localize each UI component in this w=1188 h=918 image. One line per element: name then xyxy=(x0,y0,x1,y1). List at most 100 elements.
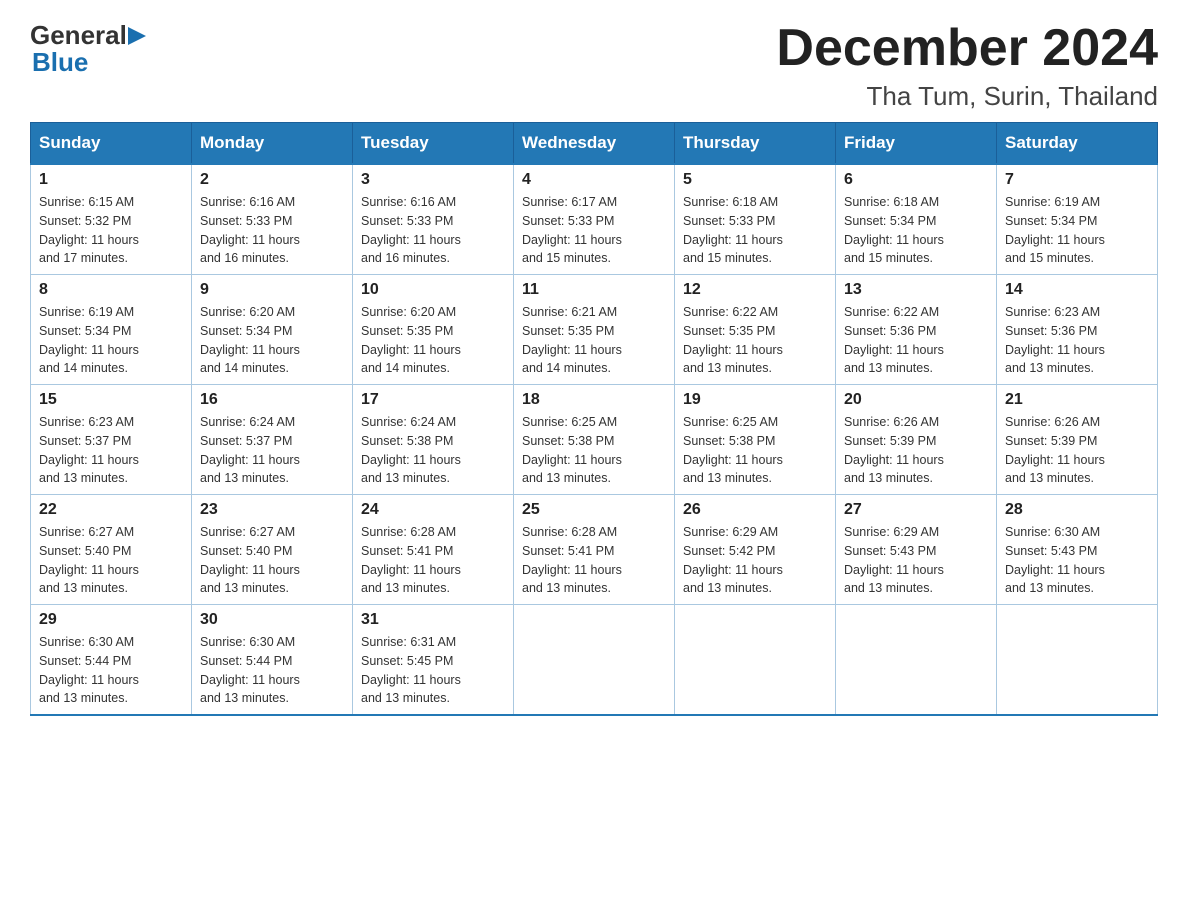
calendar-week-row: 8 Sunrise: 6:19 AMSunset: 5:34 PMDaylight… xyxy=(31,275,1158,385)
day-number: 22 xyxy=(39,501,183,519)
calendar-table: SundayMondayTuesdayWednesdayThursdayFrid… xyxy=(30,122,1158,716)
calendar-day-cell xyxy=(675,605,836,716)
calendar-header-tuesday: Tuesday xyxy=(353,123,514,165)
calendar-day-cell: 5Sunrise: 6:18 AMSunset: 5:33 PMDaylight… xyxy=(675,164,836,275)
day-number: 1 xyxy=(39,171,183,189)
day-number: 29 xyxy=(39,611,183,629)
day-info: Sunrise: 6:27 AMSunset: 5:40 PMDaylight:… xyxy=(39,523,183,598)
calendar-day-cell: 21 Sunrise: 6:26 AMSunset: 5:39 PMDayligh… xyxy=(997,385,1158,495)
calendar-day-cell: 7 Sunrise: 6:19 AMSunset: 5:34 PMDaylight… xyxy=(997,164,1158,275)
day-info: Sunrise: 6:29 AMSunset: 5:42 PMDaylight:… xyxy=(683,523,827,598)
day-info: Sunrise: 6:19 AMSunset: 5:34 PMDaylight:… xyxy=(1005,193,1149,268)
calendar-header-friday: Friday xyxy=(836,123,997,165)
day-number: 20 xyxy=(844,391,988,409)
day-info: Sunrise: 6:22 AMSunset: 5:35 PMDaylight:… xyxy=(683,303,827,378)
day-info: Sunrise: 6:26 AMSunset: 5:39 PMDaylight:… xyxy=(1005,413,1149,488)
day-info: Sunrise: 6:17 AMSunset: 5:33 PMDaylight:… xyxy=(522,193,666,268)
calendar-day-cell: 27Sunrise: 6:29 AMSunset: 5:43 PMDayligh… xyxy=(836,495,997,605)
day-number: 30 xyxy=(200,611,344,629)
calendar-day-cell: 23 Sunrise: 6:27 AMSunset: 5:40 PMDayligh… xyxy=(192,495,353,605)
day-info: Sunrise: 6:30 AMSunset: 5:44 PMDaylight:… xyxy=(200,633,344,708)
calendar-week-row: 15Sunrise: 6:23 AMSunset: 5:37 PMDayligh… xyxy=(31,385,1158,495)
day-info: Sunrise: 6:16 AMSunset: 5:33 PMDaylight:… xyxy=(200,193,344,268)
logo: General Blue xyxy=(30,20,147,78)
calendar-header-monday: Monday xyxy=(192,123,353,165)
calendar-day-cell: 25 Sunrise: 6:28 AMSunset: 5:41 PMDayligh… xyxy=(514,495,675,605)
calendar-day-cell xyxy=(997,605,1158,716)
day-number: 18 xyxy=(522,391,666,409)
day-number: 21 xyxy=(1005,391,1149,409)
calendar-day-cell: 26 Sunrise: 6:29 AMSunset: 5:42 PMDayligh… xyxy=(675,495,836,605)
day-info: Sunrise: 6:24 AMSunset: 5:38 PMDaylight:… xyxy=(361,413,505,488)
calendar-day-cell: 19Sunrise: 6:25 AMSunset: 5:38 PMDayligh… xyxy=(675,385,836,495)
day-info: Sunrise: 6:21 AMSunset: 5:35 PMDaylight:… xyxy=(522,303,666,378)
calendar-day-cell: 12Sunrise: 6:22 AMSunset: 5:35 PMDayligh… xyxy=(675,275,836,385)
calendar-day-cell: 17Sunrise: 6:24 AMSunset: 5:38 PMDayligh… xyxy=(353,385,514,495)
day-info: Sunrise: 6:18 AMSunset: 5:34 PMDaylight:… xyxy=(844,193,988,268)
day-info: Sunrise: 6:27 AMSunset: 5:40 PMDaylight:… xyxy=(200,523,344,598)
logo-arrow-icon xyxy=(128,25,146,47)
calendar-day-cell: 22 Sunrise: 6:27 AMSunset: 5:40 PMDayligh… xyxy=(31,495,192,605)
day-info: Sunrise: 6:29 AMSunset: 5:43 PMDaylight:… xyxy=(844,523,988,598)
logo-blue-text: Blue xyxy=(32,47,88,78)
day-number: 24 xyxy=(361,501,505,519)
day-info: Sunrise: 6:20 AMSunset: 5:35 PMDaylight:… xyxy=(361,303,505,378)
calendar-day-cell: 3 Sunrise: 6:16 AMSunset: 5:33 PMDaylight… xyxy=(353,164,514,275)
day-info: Sunrise: 6:22 AMSunset: 5:36 PMDaylight:… xyxy=(844,303,988,378)
day-info: Sunrise: 6:30 AMSunset: 5:43 PMDaylight:… xyxy=(1005,523,1149,598)
day-number: 3 xyxy=(361,171,505,189)
day-info: Sunrise: 6:23 AMSunset: 5:36 PMDaylight:… xyxy=(1005,303,1149,378)
day-info: Sunrise: 6:31 AMSunset: 5:45 PMDaylight:… xyxy=(361,633,505,708)
day-number: 23 xyxy=(200,501,344,519)
day-number: 7 xyxy=(1005,171,1149,189)
day-info: Sunrise: 6:28 AMSunset: 5:41 PMDaylight:… xyxy=(361,523,505,598)
calendar-day-cell: 10 Sunrise: 6:20 AMSunset: 5:35 PMDayligh… xyxy=(353,275,514,385)
day-number: 16 xyxy=(200,391,344,409)
day-info: Sunrise: 6:20 AMSunset: 5:34 PMDaylight:… xyxy=(200,303,344,378)
day-number: 31 xyxy=(361,611,505,629)
day-number: 26 xyxy=(683,501,827,519)
calendar-week-row: 22 Sunrise: 6:27 AMSunset: 5:40 PMDayligh… xyxy=(31,495,1158,605)
calendar-day-cell: 16 Sunrise: 6:24 AMSunset: 5:37 PMDayligh… xyxy=(192,385,353,495)
day-number: 28 xyxy=(1005,501,1149,519)
calendar-day-cell: 31 Sunrise: 6:31 AMSunset: 5:45 PMDayligh… xyxy=(353,605,514,716)
calendar-day-cell: 14Sunrise: 6:23 AMSunset: 5:36 PMDayligh… xyxy=(997,275,1158,385)
day-info: Sunrise: 6:18 AMSunset: 5:33 PMDaylight:… xyxy=(683,193,827,268)
day-number: 25 xyxy=(522,501,666,519)
calendar-day-cell: 28 Sunrise: 6:30 AMSunset: 5:43 PMDayligh… xyxy=(997,495,1158,605)
calendar-day-cell: 8 Sunrise: 6:19 AMSunset: 5:34 PMDaylight… xyxy=(31,275,192,385)
day-number: 2 xyxy=(200,171,344,189)
day-number: 11 xyxy=(522,281,666,299)
calendar-day-cell: 20 Sunrise: 6:26 AMSunset: 5:39 PMDayligh… xyxy=(836,385,997,495)
calendar-day-cell: 6 Sunrise: 6:18 AMSunset: 5:34 PMDaylight… xyxy=(836,164,997,275)
calendar-day-cell: 29 Sunrise: 6:30 AMSunset: 5:44 PMDayligh… xyxy=(31,605,192,716)
day-number: 4 xyxy=(522,171,666,189)
calendar-day-cell xyxy=(836,605,997,716)
day-info: Sunrise: 6:30 AMSunset: 5:44 PMDaylight:… xyxy=(39,633,183,708)
calendar-week-row: 29 Sunrise: 6:30 AMSunset: 5:44 PMDayligh… xyxy=(31,605,1158,716)
calendar-day-cell: 1Sunrise: 6:15 AMSunset: 5:32 PMDaylight… xyxy=(31,164,192,275)
day-info: Sunrise: 6:24 AMSunset: 5:37 PMDaylight:… xyxy=(200,413,344,488)
calendar-header-wednesday: Wednesday xyxy=(514,123,675,165)
month-year-title: December 2024 xyxy=(776,20,1158,77)
day-info: Sunrise: 6:23 AMSunset: 5:37 PMDaylight:… xyxy=(39,413,183,488)
calendar-header-sunday: Sunday xyxy=(31,123,192,165)
day-info: Sunrise: 6:26 AMSunset: 5:39 PMDaylight:… xyxy=(844,413,988,488)
title-block: December 2024 Tha Tum, Surin, Thailand xyxy=(776,20,1158,112)
calendar-day-cell: 13Sunrise: 6:22 AMSunset: 5:36 PMDayligh… xyxy=(836,275,997,385)
day-number: 9 xyxy=(200,281,344,299)
calendar-day-cell: 9 Sunrise: 6:20 AMSunset: 5:34 PMDaylight… xyxy=(192,275,353,385)
calendar-week-row: 1Sunrise: 6:15 AMSunset: 5:32 PMDaylight… xyxy=(31,164,1158,275)
calendar-header-thursday: Thursday xyxy=(675,123,836,165)
day-info: Sunrise: 6:25 AMSunset: 5:38 PMDaylight:… xyxy=(683,413,827,488)
day-info: Sunrise: 6:25 AMSunset: 5:38 PMDaylight:… xyxy=(522,413,666,488)
day-number: 8 xyxy=(39,281,183,299)
calendar-day-cell: 18 Sunrise: 6:25 AMSunset: 5:38 PMDayligh… xyxy=(514,385,675,495)
day-number: 6 xyxy=(844,171,988,189)
day-number: 10 xyxy=(361,281,505,299)
day-info: Sunrise: 6:19 AMSunset: 5:34 PMDaylight:… xyxy=(39,303,183,378)
calendar-header-saturday: Saturday xyxy=(997,123,1158,165)
day-info: Sunrise: 6:16 AMSunset: 5:33 PMDaylight:… xyxy=(361,193,505,268)
day-info: Sunrise: 6:28 AMSunset: 5:41 PMDaylight:… xyxy=(522,523,666,598)
calendar-header-row: SundayMondayTuesdayWednesdayThursdayFrid… xyxy=(31,123,1158,165)
